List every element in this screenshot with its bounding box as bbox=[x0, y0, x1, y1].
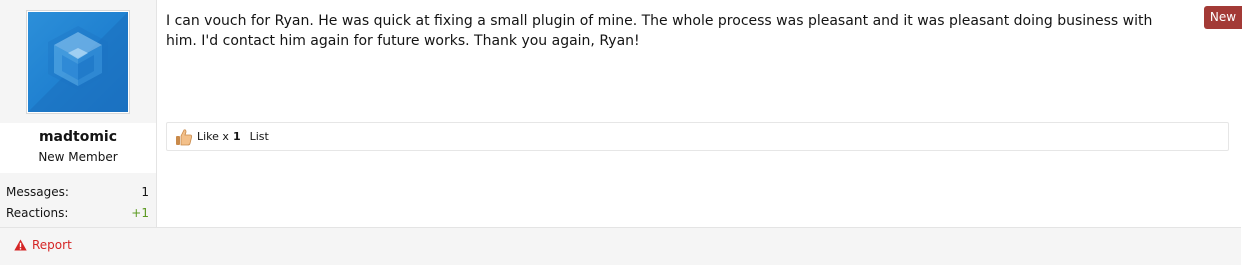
thumbs-up-icon bbox=[175, 128, 193, 146]
user-stats: Messages: 1 Reactions: +1 bbox=[6, 184, 149, 226]
stat-row-reactions: Reactions: +1 bbox=[6, 205, 149, 226]
stat-value[interactable]: 1 bbox=[141, 184, 149, 205]
avatar[interactable] bbox=[26, 10, 130, 114]
stat-row-messages: Messages: 1 bbox=[6, 184, 149, 205]
user-name-block: madtomic New Member bbox=[0, 123, 156, 173]
report-label: Report bbox=[32, 238, 72, 252]
cube-logo-icon bbox=[28, 12, 128, 112]
stat-value: +1 bbox=[131, 206, 149, 220]
reactions-list-link[interactable]: List bbox=[250, 130, 269, 143]
reaction-label[interactable]: Like x bbox=[197, 130, 229, 143]
report-button[interactable]: Report bbox=[14, 238, 72, 252]
stat-label: Messages: bbox=[6, 185, 69, 199]
reaction-count: 1 bbox=[232, 130, 241, 143]
message-body: I can vouch for Ryan. He was quick at fi… bbox=[166, 13, 1153, 49]
warning-icon bbox=[14, 239, 27, 251]
message-post: madtomic New Member Messages: 1 Reaction… bbox=[0, 0, 1242, 265]
new-badge: New bbox=[1204, 6, 1242, 29]
reactions-bar: Like x 1 List bbox=[166, 122, 1229, 151]
username-link[interactable]: madtomic bbox=[0, 129, 156, 145]
user-title: New Member bbox=[38, 150, 118, 164]
user-info-column: madtomic New Member Messages: 1 Reaction… bbox=[0, 0, 157, 227]
post-footer: Report bbox=[0, 227, 1241, 265]
stat-label: Reactions: bbox=[6, 206, 69, 220]
